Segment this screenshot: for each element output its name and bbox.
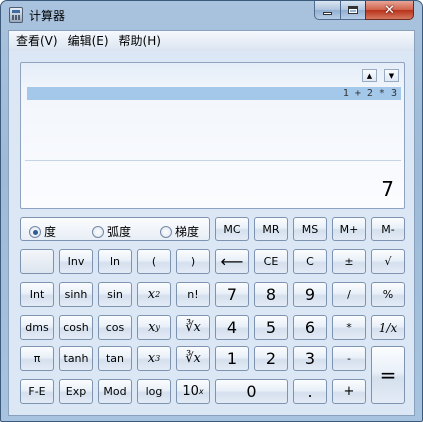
menu-edit[interactable]: 编辑(E): [63, 31, 114, 51]
factorial-button[interactable]: n!: [176, 282, 210, 307]
log-button[interactable]: log: [137, 379, 171, 404]
pi-button[interactable]: π: [20, 346, 54, 371]
percent-button[interactable]: %: [371, 282, 405, 307]
mc-button[interactable]: MC: [215, 217, 249, 241]
expression-line: 1 + 2 * 3: [27, 87, 401, 100]
dms-button[interactable]: dms: [20, 315, 54, 340]
subtract-button[interactable]: -: [332, 346, 366, 371]
menu-view[interactable]: 查看(V): [11, 31, 63, 51]
f-e-button[interactable]: F-E: [20, 379, 54, 404]
digit-4-button[interactable]: 4: [215, 315, 249, 340]
divide-button[interactable]: /: [332, 282, 366, 307]
digit-2-button[interactable]: 2: [254, 346, 288, 371]
radio-icon: [92, 225, 104, 238]
sqrt-button[interactable]: √: [371, 249, 405, 274]
ten-power-button[interactable]: 10 x: [176, 379, 210, 404]
tanh-button[interactable]: tanh: [59, 346, 93, 371]
mod-button[interactable]: Mod: [98, 379, 132, 404]
digit-9-button[interactable]: 9: [293, 282, 327, 307]
sinh-button[interactable]: sinh: [59, 282, 93, 307]
radio-radians[interactable]: 弧度: [92, 223, 131, 240]
int-button[interactable]: Int: [20, 282, 54, 307]
left-paren-button[interactable]: (: [137, 249, 171, 274]
digit-0-button[interactable]: 0: [215, 379, 288, 404]
ce-button[interactable]: CE: [254, 249, 288, 274]
display-panel: ▲ ▼ 1 + 2 * 3 7: [20, 62, 405, 209]
cube-button[interactable]: x3: [137, 346, 171, 371]
digit-3-button[interactable]: 3: [293, 346, 327, 371]
cube-root-button[interactable]: ∛x: [176, 346, 210, 371]
up-arrow-icon: ▲: [366, 71, 373, 80]
square-button[interactable]: x2: [137, 282, 171, 307]
close-icon: ✕: [384, 2, 395, 18]
y-root-button[interactable]: ∛x: [176, 315, 210, 340]
digit-8-button[interactable]: 8: [254, 282, 288, 307]
exp-button[interactable]: Exp: [59, 379, 93, 404]
radio-selected-icon: [29, 225, 41, 238]
calculator-window: 计算器 ✕ 查看(V) 编辑(E) 帮助(H) ▲ ▼ 1 + 2 * 3 7 …: [0, 0, 423, 422]
display-divider: [25, 160, 401, 161]
angle-unit-group: 度 弧度 梯度: [20, 217, 210, 241]
add-button[interactable]: +: [332, 379, 366, 404]
close-button[interactable]: ✕: [365, 1, 414, 20]
inv-button[interactable]: Inv: [59, 249, 93, 274]
decimal-button[interactable]: .: [293, 379, 327, 404]
history-down-button[interactable]: ▼: [384, 69, 399, 82]
maximize-button[interactable]: [340, 1, 366, 20]
history-up-button[interactable]: ▲: [362, 69, 377, 82]
cosh-button[interactable]: cosh: [59, 315, 93, 340]
mr-button[interactable]: MR: [254, 217, 288, 241]
digit-6-button[interactable]: 6: [293, 315, 327, 340]
m-plus-button[interactable]: M+: [332, 217, 366, 241]
maximize-icon: [348, 6, 358, 14]
ms-button[interactable]: MS: [293, 217, 327, 241]
sin-button[interactable]: sin: [98, 282, 132, 307]
down-arrow-icon: ▼: [388, 71, 395, 80]
reciprocal-button[interactable]: 1/x: [371, 315, 405, 340]
blank-button: [20, 249, 54, 274]
equals-button[interactable]: =: [371, 346, 405, 404]
tan-button[interactable]: tan: [98, 346, 132, 371]
m-minus-button[interactable]: M-: [371, 217, 405, 241]
result-value: 7: [381, 177, 394, 201]
ln-button[interactable]: ln: [98, 249, 132, 274]
right-paren-button[interactable]: ): [176, 249, 210, 274]
cos-button[interactable]: cos: [98, 315, 132, 340]
digit-1-button[interactable]: 1: [215, 346, 249, 371]
calculator-app-icon: [9, 7, 23, 23]
backspace-button[interactable]: ⟵: [215, 249, 249, 274]
power-button[interactable]: xy: [137, 315, 171, 340]
menu-bar: 查看(V) 编辑(E) 帮助(H): [9, 31, 414, 51]
calculator-body: 查看(V) 编辑(E) 帮助(H) ▲ ▼ 1 + 2 * 3 7 度 弧度 梯…: [8, 30, 415, 416]
c-button[interactable]: C: [293, 249, 327, 274]
radio-degrees[interactable]: 度: [29, 223, 56, 240]
window-title: 计算器: [29, 9, 66, 23]
plus-minus-button[interactable]: ±: [332, 249, 366, 274]
digit-5-button[interactable]: 5: [254, 315, 288, 340]
digit-7-button[interactable]: 7: [215, 282, 249, 307]
minimize-icon: [323, 12, 332, 15]
menu-help[interactable]: 帮助(H): [114, 31, 166, 51]
radio-icon: [160, 225, 172, 238]
multiply-button[interactable]: *: [332, 315, 366, 340]
minimize-button[interactable]: [314, 1, 341, 20]
radio-grads[interactable]: 梯度: [160, 223, 199, 240]
